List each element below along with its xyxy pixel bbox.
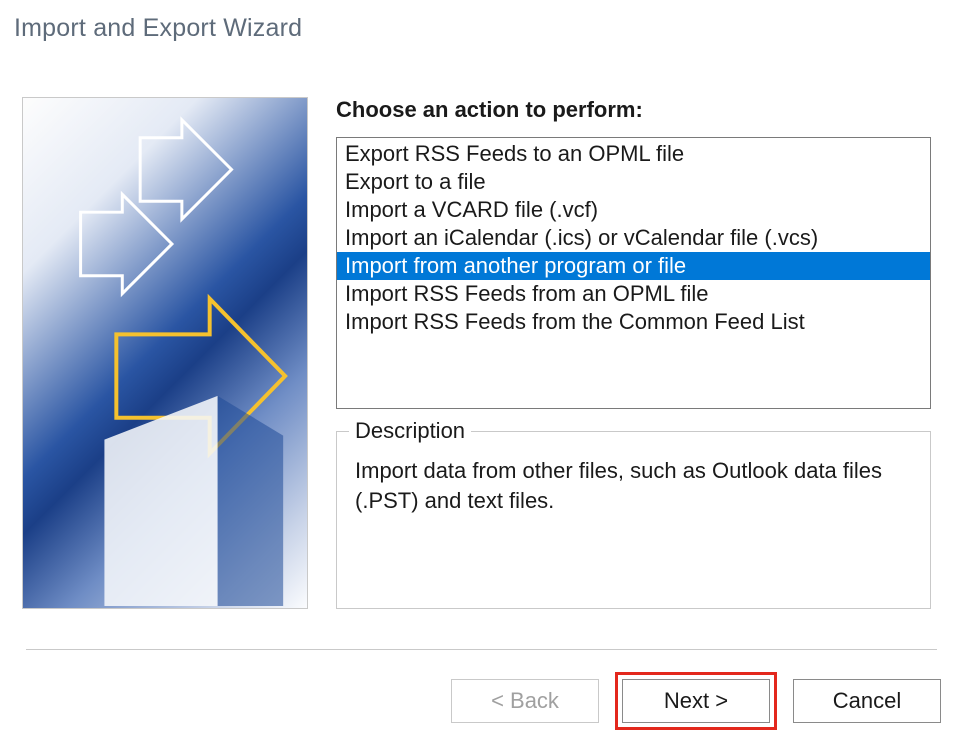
cancel-button[interactable]: Cancel [793, 679, 941, 723]
action-list-item[interactable]: Import from another program or file [337, 252, 930, 280]
prompt-label: Choose an action to perform: [336, 97, 931, 123]
next-button-highlight: Next > [615, 672, 777, 730]
arrow-graphic-icon [23, 98, 307, 606]
next-button[interactable]: Next > [622, 679, 770, 723]
wizard-body: Choose an action to perform: Export RSS … [0, 49, 963, 629]
description-legend: Description [349, 418, 471, 444]
action-list-item[interactable]: Import RSS Feeds from an OPML file [337, 280, 930, 308]
wizard-graphic [22, 97, 308, 609]
action-list-item[interactable]: Import RSS Feeds from the Common Feed Li… [337, 308, 930, 336]
button-row: < Back Next > Cancel [0, 650, 963, 730]
action-listbox[interactable]: Export RSS Feeds to an OPML fileExport t… [336, 137, 931, 409]
action-list-item[interactable]: Import an iCalendar (.ics) or vCalendar … [337, 224, 930, 252]
action-list-item[interactable]: Export RSS Feeds to an OPML file [337, 140, 930, 168]
action-list-item[interactable]: Export to a file [337, 168, 930, 196]
action-list-item[interactable]: Import a VCARD file (.vcf) [337, 196, 930, 224]
window-title: Import and Export Wizard [0, 0, 963, 49]
description-group: Description Import data from other files… [336, 431, 931, 609]
back-button[interactable]: < Back [451, 679, 599, 723]
right-pane: Choose an action to perform: Export RSS … [336, 97, 931, 609]
description-text: Import data from other files, such as Ou… [355, 456, 912, 515]
